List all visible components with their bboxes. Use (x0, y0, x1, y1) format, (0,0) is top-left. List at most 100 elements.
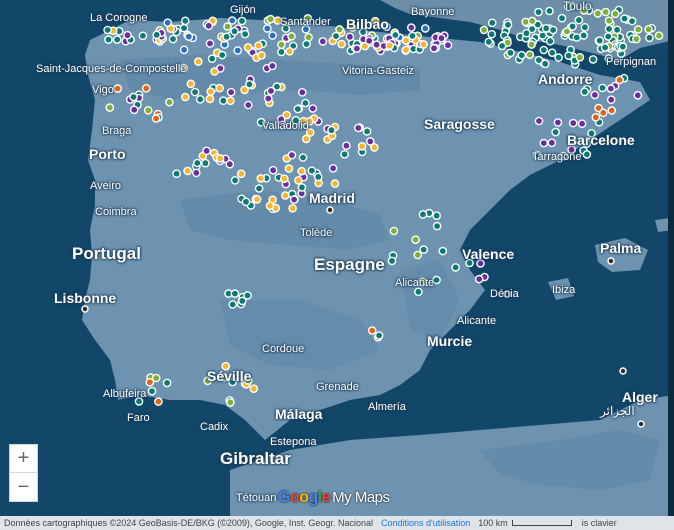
map-pin-marker[interactable] (604, 16, 614, 26)
map-pin-marker[interactable] (192, 158, 202, 168)
map-pin-marker[interactable] (252, 194, 262, 204)
map-pin-marker[interactable] (279, 174, 289, 183)
map-pin-marker[interactable] (654, 31, 664, 41)
map-pin-marker[interactable] (288, 203, 297, 213)
map-pin-marker[interactable] (372, 40, 381, 50)
map-pin-marker[interactable] (237, 16, 247, 26)
map-pin-marker[interactable] (129, 105, 139, 115)
zoom-in-button[interactable]: + (9, 444, 38, 473)
map-pin-marker[interactable] (553, 118, 563, 127)
map-pin-marker[interactable] (186, 79, 196, 89)
map-pin-marker[interactable] (307, 166, 317, 175)
map-pin-marker[interactable] (204, 21, 213, 31)
map-pin-marker[interactable] (525, 50, 535, 60)
map-pin-marker[interactable] (564, 51, 573, 61)
map-pin-marker[interactable] (304, 33, 313, 42)
map-pin-marker[interactable] (615, 75, 624, 85)
map-pin-marker[interactable] (243, 43, 253, 52)
map-pin-marker[interactable] (297, 88, 307, 97)
map-pin-marker[interactable] (151, 114, 161, 123)
map-pin-marker[interactable] (479, 25, 489, 35)
map-pin-marker[interactable] (391, 30, 400, 40)
map-pin-marker[interactable] (540, 59, 550, 69)
map-pin-marker[interactable] (575, 53, 585, 62)
map-pin-marker[interactable] (151, 373, 161, 383)
map-pin-marker[interactable] (207, 54, 217, 64)
map-pin-marker[interactable] (104, 35, 113, 44)
map-pin-marker[interactable] (429, 44, 439, 53)
map-pin-marker[interactable] (365, 137, 375, 146)
map-pin-marker[interactable] (620, 14, 629, 23)
map-pin-marker[interactable] (230, 289, 240, 298)
map-pin-marker[interactable] (603, 32, 613, 41)
map-pin-marker[interactable] (385, 41, 395, 50)
map-pin-marker[interactable] (538, 31, 547, 40)
map-pin-marker[interactable] (612, 25, 622, 35)
map-pin-marker[interactable] (610, 9, 620, 19)
map-pin-marker[interactable] (233, 46, 242, 55)
map-pin-marker[interactable] (202, 146, 211, 156)
map-pin-marker[interactable] (451, 263, 460, 272)
map-pin-marker[interactable] (183, 166, 192, 176)
map-pin-marker[interactable] (337, 39, 346, 49)
map-pin-marker[interactable] (522, 28, 531, 38)
map-pin-marker[interactable] (342, 141, 351, 150)
map-pin-marker[interactable] (411, 235, 420, 244)
map-pin-marker[interactable] (418, 210, 428, 219)
map-pin-marker[interactable] (163, 18, 172, 28)
map-pin-marker[interactable] (313, 172, 323, 182)
map-pin-marker[interactable] (123, 30, 132, 40)
map-pin-marker[interactable] (266, 14, 275, 24)
map-pin-marker[interactable] (301, 134, 311, 144)
map-pin-marker[interactable] (539, 45, 549, 55)
map-pin-marker[interactable] (497, 41, 507, 51)
map-pin-marker[interactable] (277, 47, 286, 57)
map-pin-marker[interactable] (272, 82, 282, 91)
map-pin-marker[interactable] (539, 138, 549, 148)
map-pin-marker[interactable] (357, 141, 367, 151)
map-pin-marker[interactable] (302, 39, 311, 49)
map-pin-marker[interactable] (545, 36, 555, 46)
map-pin-marker[interactable] (443, 40, 453, 50)
map-pin-marker[interactable] (627, 16, 637, 26)
map-pin-marker[interactable] (217, 50, 227, 60)
map-pin-marker[interactable] (201, 158, 210, 168)
map-pin-marker[interactable] (227, 16, 237, 25)
map-pin-marker[interactable] (257, 51, 266, 60)
map-pin-marker[interactable] (147, 386, 157, 396)
map-pin-marker[interactable] (328, 163, 338, 173)
map-pin-marker[interactable] (284, 164, 294, 173)
map-pin-marker[interactable] (230, 175, 240, 185)
map-pin-marker[interactable] (352, 44, 362, 53)
map-pin-marker[interactable] (487, 18, 497, 28)
map-pin-marker[interactable] (588, 55, 598, 64)
map-pin-marker[interactable] (256, 174, 266, 183)
map-pin-marker[interactable] (534, 7, 543, 17)
map-pin-marker[interactable] (105, 103, 115, 112)
map-pin-marker[interactable] (226, 96, 235, 106)
map-pin-marker[interactable] (580, 87, 590, 97)
map-pin-marker[interactable] (527, 40, 536, 49)
map-pin-marker[interactable] (401, 36, 411, 45)
zoom-out-button[interactable]: − (9, 473, 38, 502)
map-pin-marker[interactable] (193, 57, 203, 66)
map-pin-marker[interactable] (506, 48, 515, 58)
map-pin-marker[interactable] (180, 16, 190, 26)
map-pin-marker[interactable] (387, 256, 397, 266)
map-pin-marker[interactable] (541, 23, 551, 33)
map-pin-marker[interactable] (215, 154, 225, 163)
map-pin-marker[interactable] (437, 33, 446, 43)
map-pin-marker[interactable] (294, 175, 303, 185)
map-pin-marker[interactable] (503, 20, 513, 30)
map-pin-marker[interactable] (254, 41, 263, 51)
map-pin-marker[interactable] (301, 98, 310, 108)
map-pin-marker[interactable] (226, 87, 236, 97)
map-pin-marker[interactable] (330, 179, 340, 188)
map-pin-marker[interactable] (487, 29, 497, 39)
map-pin-marker[interactable] (222, 32, 231, 42)
map-pin-marker[interactable] (527, 16, 537, 26)
map-pin-marker[interactable] (180, 92, 190, 102)
map-pin-marker[interactable] (408, 31, 417, 41)
map-pin-marker[interactable] (265, 201, 275, 211)
map-pin-marker[interactable] (287, 32, 296, 41)
